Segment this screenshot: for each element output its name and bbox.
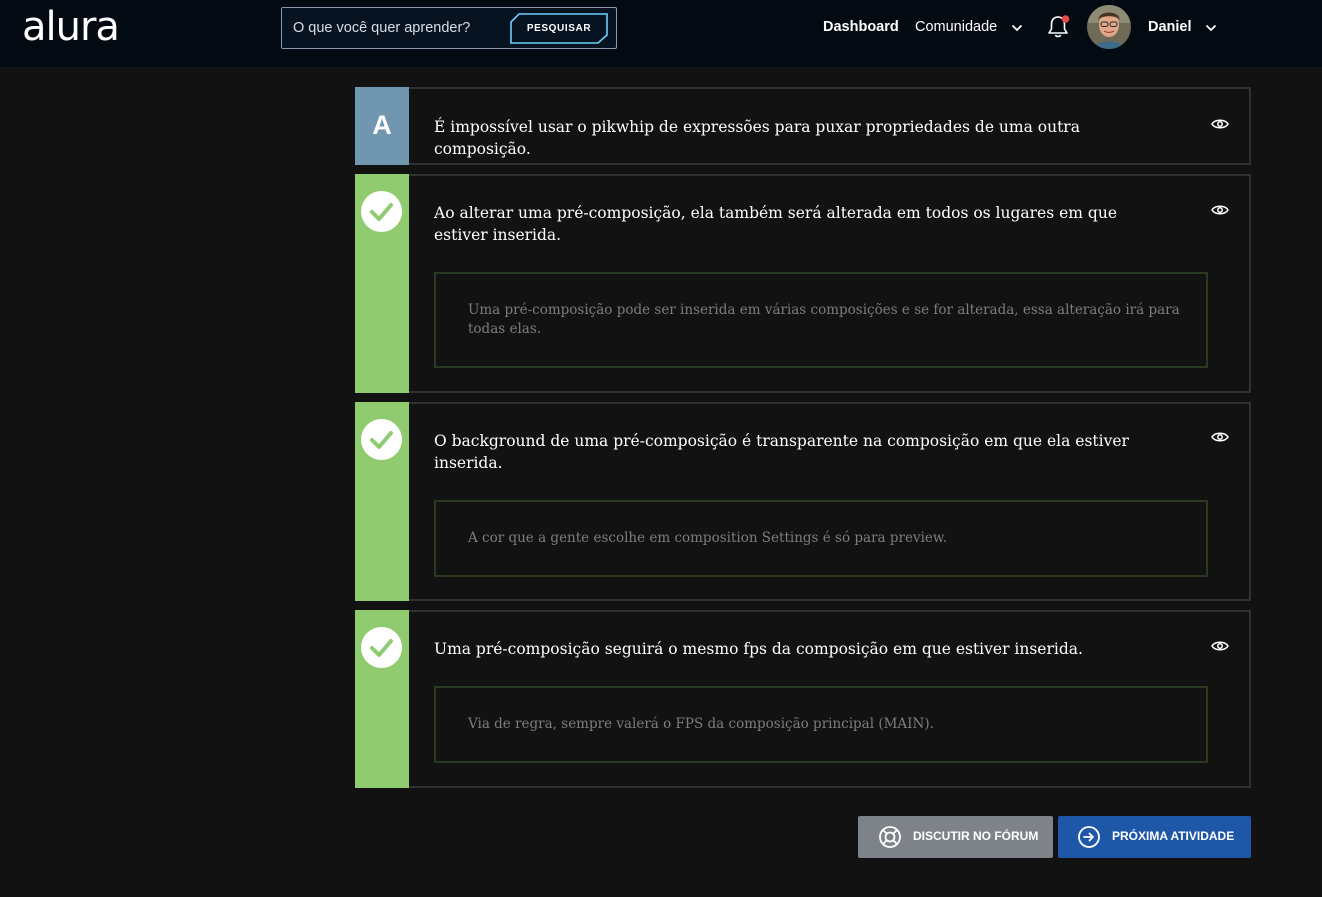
next-button-label: PRÓXIMA ATIVIDADE [1112,829,1235,843]
check-icon [361,627,402,668]
option-card[interactable]: Ao alterar uma pré-composição, ela també… [355,174,1251,393]
explanation-text: Uma pré-composição pode ser inserida em … [468,302,1180,337]
discuss-forum-button[interactable]: DISCUTIR NO FÓRUM [858,816,1053,858]
option-text: É impossível usar o pikwhip de expressõe… [434,118,1080,158]
eye-icon[interactable] [1211,431,1229,443]
option-marker: A [355,87,409,165]
alura-logo[interactable]: alura [22,2,120,52]
option-explanation: A cor que a gente escolhe em composition… [434,500,1208,577]
bell-icon[interactable] [1045,13,1073,41]
search-button[interactable]: PESQUISAR [510,13,608,44]
correct-marker [355,174,409,393]
option-letter: A [372,110,392,140]
chevron-down-icon[interactable] [1205,24,1217,32]
check-icon [361,419,402,460]
option-explanation: Uma pré-composição pode ser inserida em … [434,272,1208,368]
correct-marker [355,402,409,601]
chevron-down-icon[interactable] [1011,24,1023,32]
forum-button-label: DISCUTIR NO FÓRUM [913,829,1039,843]
search-input[interactable] [282,8,507,48]
explanation-text: Via de regra, sempre valerá o FPS da com… [468,716,934,732]
nav-dashboard-link[interactable]: Dashboard [823,19,899,35]
explanation-text: A cor que a gente escolhe em composition… [468,530,948,546]
search-bar: PESQUISAR [281,7,617,49]
user-menu-name[interactable]: Daniel [1148,19,1192,35]
option-card[interactable]: A É impossível usar o pikwhip de express… [355,87,1251,165]
option-text: Uma pré-composição seguirá o mesmo fps d… [434,640,1083,658]
option-explanation: Via de regra, sempre valerá o FPS da com… [434,686,1208,763]
eye-icon[interactable] [1211,640,1229,652]
nav-comunidade-menu[interactable]: Comunidade [915,19,997,35]
option-text: O background de uma pré-composição é tra… [434,432,1129,472]
option-text: Ao alterar uma pré-composição, ela també… [434,204,1117,244]
correct-marker [355,610,409,788]
option-card[interactable]: O background de uma pré-composição é tra… [355,402,1251,601]
check-icon [361,191,402,232]
avatar[interactable] [1087,5,1131,49]
search-button-label: PESQUISAR [526,23,592,34]
top-navbar: alura PESQUISAR Dashboard Comunidade [0,0,1322,67]
arrow-right-circle-icon [1078,826,1100,848]
option-card[interactable]: Uma pré-composição seguirá o mesmo fps d… [355,610,1251,788]
eye-icon[interactable] [1211,118,1229,130]
notification-dot [1061,15,1070,23]
eye-icon[interactable] [1211,204,1229,216]
next-activity-button[interactable]: PRÓXIMA ATIVIDADE [1058,816,1251,858]
lifebuoy-icon [879,826,901,848]
